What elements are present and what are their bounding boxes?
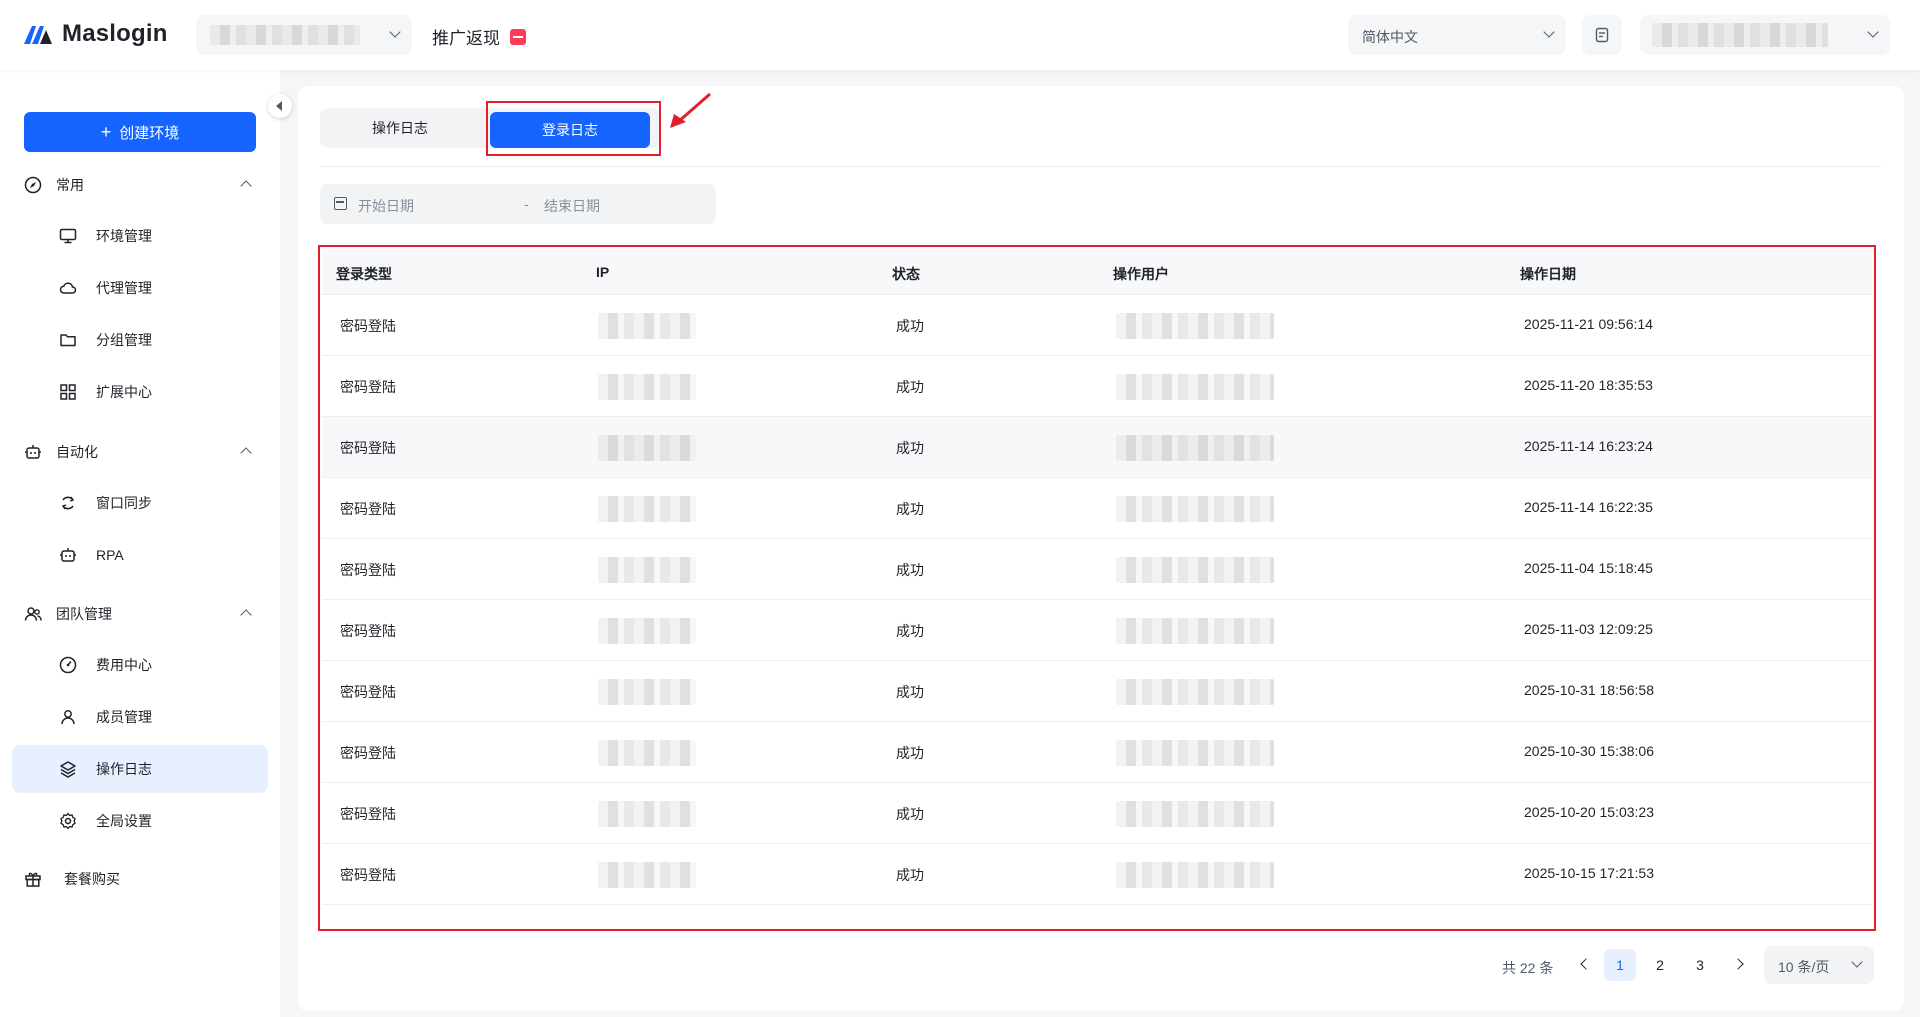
robot-icon xyxy=(58,545,78,565)
layers-icon xyxy=(58,759,78,779)
sync-icon xyxy=(58,493,78,513)
gift-icon xyxy=(510,28,526,45)
sidebar-item-billing[interactable]: 费用中心 xyxy=(12,641,268,689)
folder-icon xyxy=(58,330,78,350)
page-size-select[interactable]: 10 条/页 xyxy=(1764,946,1874,984)
sidebar-item-label: 操作日志 xyxy=(96,761,152,777)
sidebar-item-label: 成员管理 xyxy=(96,709,152,725)
date-separator: - xyxy=(524,196,529,212)
sidebar-item-global-settings[interactable]: 全局设置 xyxy=(12,797,268,845)
chevron-down-icon xyxy=(390,28,400,38)
sidebar-item-proxies[interactable]: 代理管理 xyxy=(12,264,268,312)
user-name-redacted xyxy=(1652,23,1828,47)
sidebar-item-plan-purchase[interactable]: 套餐购买 xyxy=(24,864,120,894)
nav-group-automation[interactable]: 自动化 xyxy=(24,437,256,467)
monitor-icon xyxy=(58,226,78,246)
sidebar-item-label: 分组管理 xyxy=(96,332,152,348)
sidebar-item-window-sync[interactable]: 窗口同步 xyxy=(12,479,268,527)
page-size-value: 10 条/页 xyxy=(1778,959,1830,975)
sidebar-item-rpa[interactable]: RPA xyxy=(12,531,268,579)
workspace-name-redacted xyxy=(210,25,360,45)
chevron-up-icon xyxy=(240,447,252,459)
dashboard-icon xyxy=(58,655,78,675)
create-button-label: 创建环境 xyxy=(119,124,180,142)
gift-icon xyxy=(24,870,42,888)
workspace-select[interactable] xyxy=(196,15,412,55)
plus-icon: + xyxy=(100,122,112,142)
divider xyxy=(320,166,1882,167)
sidebar-item-label: 全局设置 xyxy=(96,813,152,829)
chevron-down-icon xyxy=(1544,28,1554,38)
sidebar-item-groups[interactable]: 分组管理 xyxy=(12,316,268,364)
sidebar-item-label: 代理管理 xyxy=(96,280,152,296)
date-range-picker[interactable]: 开始日期 - 结束日期 xyxy=(320,184,716,224)
robot-icon xyxy=(24,443,42,461)
sidebar-item-label: RPA xyxy=(96,547,124,563)
chevron-down-icon xyxy=(1852,958,1862,968)
nav-group-label: 自动化 xyxy=(56,444,98,460)
start-date-input[interactable]: 开始日期 xyxy=(358,196,414,216)
promo-label: 推广返现 xyxy=(432,29,500,48)
nav-group-common[interactable]: 常用 xyxy=(24,170,256,200)
gear-icon xyxy=(58,811,78,831)
chevron-up-icon xyxy=(240,609,252,621)
sidebar-item-extensions[interactable]: 扩展中心 xyxy=(12,368,268,416)
end-date-input[interactable]: 结束日期 xyxy=(544,196,600,216)
annotation-highlight-tab xyxy=(486,101,661,156)
maslogin-logo-icon xyxy=(24,26,52,44)
sidebar-item-label: 费用中心 xyxy=(96,657,152,673)
annotation-arrow-icon xyxy=(670,92,711,128)
nav-group-label: 团队管理 xyxy=(56,606,112,622)
tab-operation-log[interactable]: 操作日志 xyxy=(320,108,480,148)
document-icon xyxy=(1595,27,1609,43)
document-button[interactable] xyxy=(1582,15,1622,55)
nav-group-team[interactable]: 团队管理 xyxy=(24,599,256,629)
sidebar-item-label: 扩展中心 xyxy=(96,384,152,400)
team-icon xyxy=(24,605,42,623)
language-select[interactable]: 简体中文 xyxy=(1348,15,1566,55)
chevron-up-icon xyxy=(240,180,252,192)
promo-link[interactable]: 推广返现 xyxy=(432,24,526,49)
sidebar-item-label: 窗口同步 xyxy=(96,495,152,511)
sidebar-item-environments[interactable]: 环境管理 xyxy=(12,212,268,260)
sidebar-collapse-button[interactable] xyxy=(268,94,292,118)
annotation-highlight-table xyxy=(318,245,1876,931)
sidebar-item-label: 环境管理 xyxy=(96,228,152,244)
page-button-3[interactable]: 3 xyxy=(1684,949,1716,981)
page-button-2[interactable]: 2 xyxy=(1644,949,1676,981)
chevron-down-icon xyxy=(1868,28,1878,38)
user-account-select[interactable] xyxy=(1640,15,1890,55)
sidebar-item-operation-logs[interactable]: 操作日志 xyxy=(12,745,268,793)
create-environment-button[interactable]: + 创建环境 xyxy=(24,112,256,152)
brand-logo[interactable]: Maslogin xyxy=(24,20,168,48)
calendar-icon xyxy=(334,197,347,210)
brand-name: Maslogin xyxy=(62,20,168,47)
sidebar-item-members[interactable]: 成员管理 xyxy=(12,693,268,741)
cloud-icon xyxy=(58,278,78,298)
language-value: 简体中文 xyxy=(1362,29,1418,45)
nav-group-label: 常用 xyxy=(56,177,84,193)
top-header: Maslogin 推广返现 简体中文 xyxy=(0,0,1920,70)
pagination-total: 共 22 条 xyxy=(1502,960,1554,976)
user-icon xyxy=(58,707,78,727)
compass-icon xyxy=(24,176,42,194)
grid-icon xyxy=(58,382,78,402)
page-button-1[interactable]: 1 xyxy=(1604,949,1636,981)
sidebar-item-label: 套餐购买 xyxy=(64,871,120,887)
sidebar: + 创建环境 常用 环境管理 代理管理 分组管理 扩展中心 自动化 窗口同步 R… xyxy=(0,70,280,1017)
